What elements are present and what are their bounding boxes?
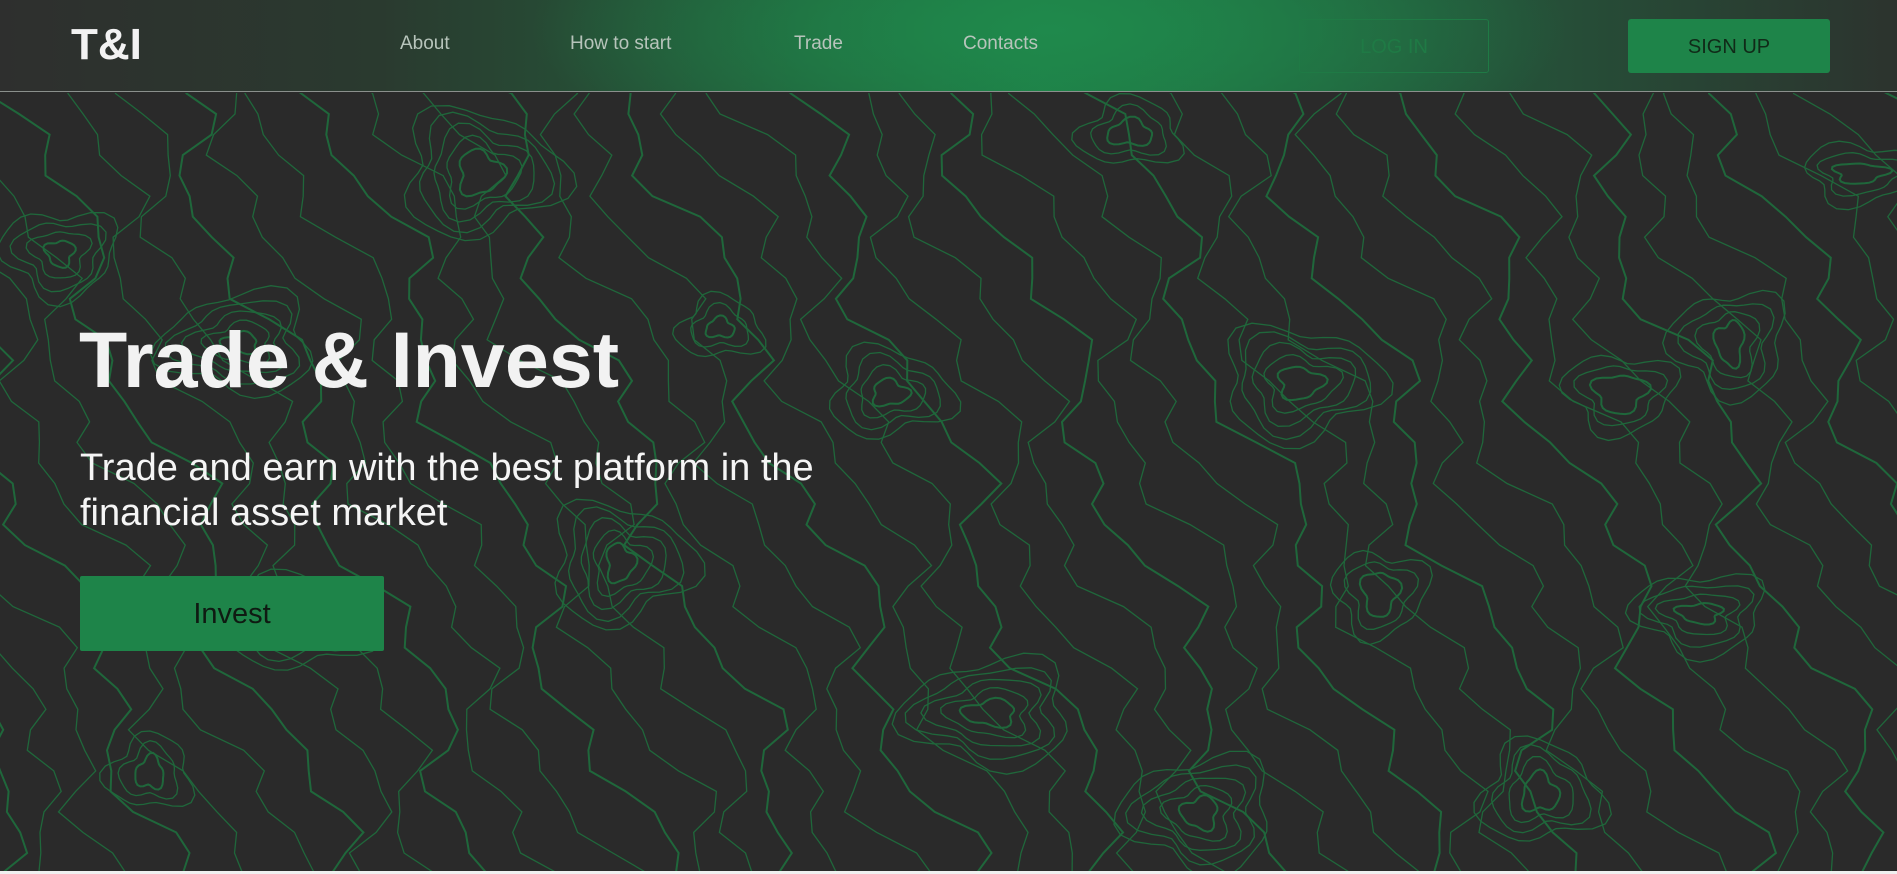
hero-title: Trade & Invest [79, 315, 620, 404]
contour-ring [704, 314, 736, 339]
contour-ring [1712, 318, 1746, 370]
contour-line [1083, 93, 1443, 874]
contour-ring [1263, 353, 1344, 414]
contour-line [1265, 93, 1578, 874]
contour-ring [920, 678, 1042, 747]
contour-line [0, 653, 62, 874]
contour-line [1792, 93, 1897, 232]
contour-ring [592, 529, 655, 598]
contour-ring [1508, 755, 1574, 824]
nav-link-contacts[interactable]: Contacts [963, 33, 1038, 55]
contour-ring [828, 341, 962, 440]
contour-line [1707, 93, 1897, 516]
contour-line [1220, 93, 1532, 874]
contour-ring [1276, 365, 1329, 402]
contour-line [1638, 93, 1897, 762]
contour-ring [1227, 322, 1394, 450]
contour-ring [1159, 784, 1233, 842]
contour-line [1169, 93, 1489, 874]
page: T&I About How to start Trade Contacts LO… [0, 0, 1897, 874]
nav-link-about[interactable]: About [400, 33, 450, 55]
invest-button[interactable]: Invest [80, 576, 384, 651]
contour-ring [42, 239, 77, 269]
contour-ring [871, 376, 913, 408]
contour-line [898, 93, 1230, 874]
signup-button[interactable]: SIGN UP [1628, 19, 1830, 73]
contour-line [1592, 93, 1885, 874]
contour-ring [1473, 735, 1612, 842]
contour-ring [1677, 303, 1775, 390]
contour-line [980, 93, 1353, 874]
hero-subtitle: Trade and earn with the best platform in… [80, 447, 814, 534]
contour-line [940, 93, 1289, 874]
contour-line [868, 93, 1147, 874]
contour-ring [1177, 794, 1219, 833]
contour-ring [1241, 331, 1372, 441]
top-navigation-bar: T&I About How to start Trade Contacts LO… [0, 0, 1897, 92]
nav-link-trade[interactable]: Trade [794, 33, 843, 55]
contour-ring [1830, 162, 1894, 185]
contour-ring [672, 290, 767, 358]
contour-ring [134, 751, 165, 791]
site-logo[interactable]: T&I [71, 20, 142, 70]
contour-ring [1672, 601, 1725, 626]
nav-link-how-to-start[interactable]: How to start [570, 33, 671, 55]
contour-line [1294, 93, 1646, 874]
contour-ring [1694, 311, 1761, 379]
contour-ring [1654, 593, 1741, 636]
contour-ring [605, 541, 639, 585]
contour-ring [1520, 768, 1562, 813]
login-button[interactable]: LOG IN [1299, 19, 1489, 73]
contour-line [1509, 93, 1849, 874]
contour-ring [458, 147, 509, 198]
contour-ring [1558, 354, 1682, 442]
